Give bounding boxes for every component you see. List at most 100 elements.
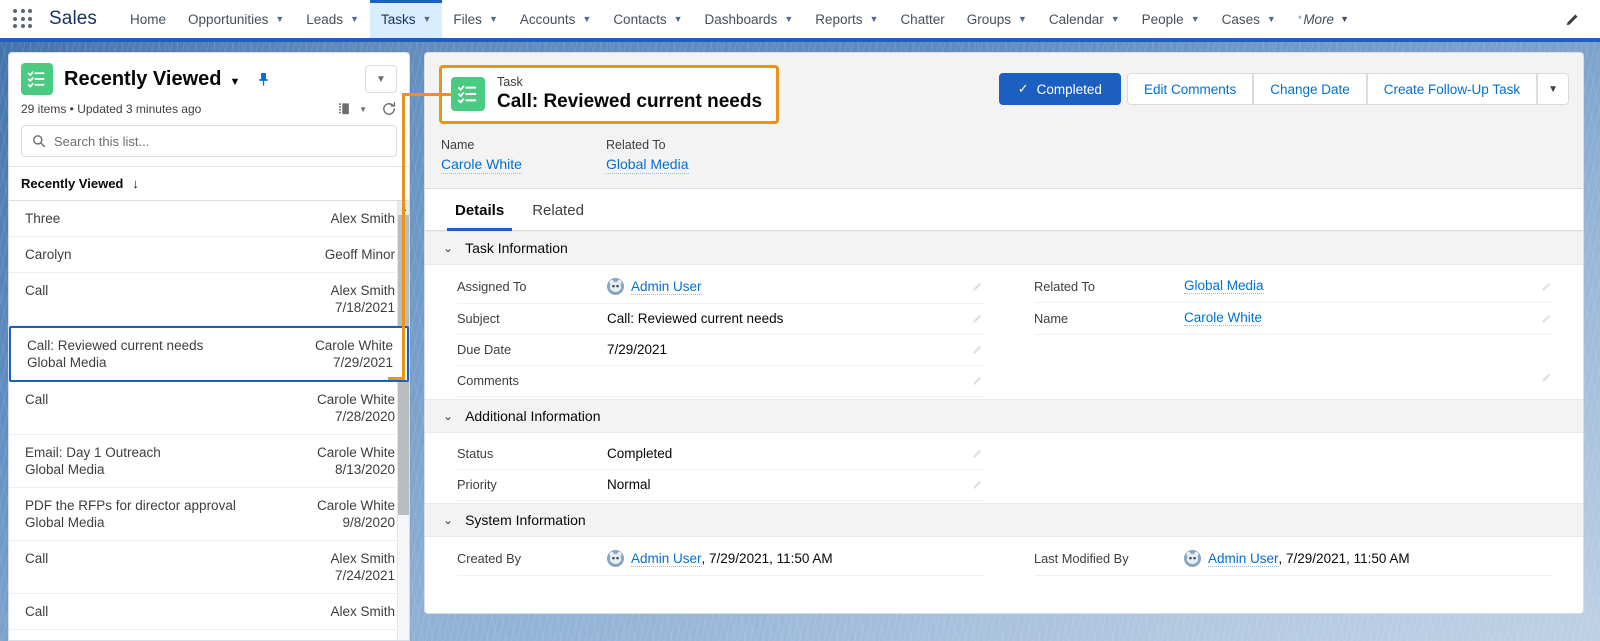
list-scrollbar[interactable]: ▲ — [397, 201, 409, 640]
nav-item-tasks[interactable]: Tasks ▼ — [369, 0, 443, 38]
nav-item-chatter[interactable]: Chatter — [889, 0, 955, 38]
nav-item-dashboards[interactable]: Dashboards ▼ — [694, 0, 805, 38]
display-density-icon[interactable]: ▼ — [339, 102, 367, 116]
edit-pencil-icon[interactable] — [964, 280, 984, 293]
related-to-link[interactable]: Global Media — [1184, 278, 1264, 294]
list-item[interactable]: Email: Day 1 Outreach Global Media Carol… — [9, 435, 409, 488]
edit-pencil-icon[interactable] — [964, 312, 984, 325]
section-body-additional-information: Status Completed Priority Normal — [425, 433, 1583, 503]
list-view-title[interactable]: Recently Viewed ▼ — [64, 68, 240, 91]
chevron-down-icon: ▼ — [1266, 13, 1276, 24]
list-item[interactable]: Three Alex Smith — [9, 201, 409, 237]
list-item[interactable]: Call Alex Smith 7/24/2021 — [9, 541, 409, 594]
edit-pencil-icon[interactable] — [964, 343, 984, 356]
list-view-title-label: Recently Viewed — [64, 67, 222, 90]
list-item-title: Call — [25, 283, 49, 298]
last-modified-by-user-link[interactable]: Admin User — [1208, 551, 1279, 567]
nav-item-cases[interactable]: Cases ▼ — [1211, 0, 1287, 38]
list-item[interactable]: Call Carole White 7/28/2020 — [9, 382, 409, 435]
tab-details[interactable]: Details — [441, 189, 518, 231]
field-label: Name — [441, 138, 475, 152]
list-item-right: Carole White 7/29/2021 — [315, 338, 393, 370]
nav-label: Groups — [966, 11, 1011, 27]
field-label: Status — [457, 446, 494, 461]
list-item-title: PDF the RFPs for director approval — [25, 498, 236, 513]
edit-nav-pencil-icon[interactable] — [1560, 7, 1584, 31]
app-name-label[interactable]: Sales — [49, 8, 97, 30]
app-launcher-icon[interactable] — [11, 7, 35, 31]
nav-item-contacts[interactable]: Contacts ▼ — [602, 0, 693, 38]
button-label: Create Follow-Up Task — [1383, 81, 1521, 97]
section-header-additional-information[interactable]: ⌄ Additional Information — [425, 399, 1583, 433]
nav-label: Cases — [1221, 11, 1260, 27]
list-item-right: Alex Smith 7/24/2021 — [330, 551, 395, 583]
list-item-selected[interactable]: Call: Reviewed current needs Global Medi… — [9, 326, 409, 382]
field-value: Admin User , 7/29/2021, 11:50 AM — [1184, 550, 1553, 567]
list-item[interactable]: Call Alex Smith 7/18/2021 — [9, 273, 409, 326]
nav-item-groups[interactable]: Groups ▼ — [956, 0, 1038, 38]
list-rows-container: Three Alex Smith Carolyn Geoff Minor Cal… — [9, 201, 409, 640]
search-input[interactable] — [54, 133, 386, 149]
edit-pencil-icon[interactable] — [964, 374, 984, 387]
section-header-task-information[interactable]: ⌄ Task Information — [425, 231, 1583, 265]
field-label: Related To — [1034, 278, 1095, 294]
completed-status-button[interactable]: ✓ Completed — [998, 73, 1121, 105]
scroll-up-arrow-icon[interactable]: ▲ — [398, 201, 409, 215]
list-view-panel: Recently Viewed ▼ ▼ 29 items • Updated 3 … — [8, 52, 410, 641]
list-item[interactable]: Call Alex Smith — [9, 594, 409, 630]
more-actions-button[interactable]: ▼ — [1537, 73, 1569, 105]
create-follow-up-task-button[interactable]: Create Follow-Up Task — [1366, 73, 1538, 105]
field-row-subject: Subject Call: Reviewed current needs — [457, 304, 984, 335]
list-item-date: 9/8/2020 — [342, 515, 395, 530]
section-left-column: Assigned To Admin User Subject Call: Rev… — [425, 271, 1004, 397]
nav-item-people[interactable]: People ▼ — [1131, 0, 1211, 38]
field-label: Due Date — [457, 342, 512, 357]
list-item[interactable]: PDF the RFPs for director approval Globa… — [9, 488, 409, 541]
nav-item-leads[interactable]: Leads ▼ — [295, 0, 370, 38]
nav-item-home[interactable]: Home — [119, 0, 177, 38]
list-item[interactable]: Carolyn Geoff Minor — [9, 237, 409, 273]
edit-pencil-icon[interactable] — [1533, 280, 1553, 293]
field-label: Priority — [457, 477, 497, 492]
search-box[interactable] — [21, 125, 397, 157]
section-header-system-information[interactable]: ⌄ System Information — [425, 503, 1583, 537]
nav-item-opportunities[interactable]: Opportunities ▼ — [177, 0, 295, 38]
nav-item-more[interactable]: * More ▼ — [1287, 0, 1360, 38]
nav-item-calendar[interactable]: Calendar ▼ — [1038, 0, 1131, 38]
field-label: Comments — [457, 373, 519, 388]
field-value: Normal — [607, 477, 651, 492]
field-label: Created By — [457, 551, 522, 566]
field-value-link[interactable]: Carole White — [441, 156, 522, 174]
field-value: Call: Reviewed current needs — [607, 311, 784, 326]
created-by-user-link[interactable]: Admin User — [631, 551, 702, 567]
refresh-icon[interactable] — [381, 101, 397, 117]
nav-item-reports[interactable]: Reports ▼ — [804, 0, 889, 38]
field-value-link[interactable]: Global Media — [606, 156, 689, 174]
record-object-label: Task — [497, 75, 523, 89]
edit-comments-button[interactable]: Edit Comments — [1126, 73, 1254, 105]
nav-item-files[interactable]: Files ▼ — [442, 0, 508, 38]
edit-pencil-icon[interactable] — [1533, 371, 1553, 384]
nav-label: People — [1141, 11, 1184, 27]
tab-related[interactable]: Related — [518, 189, 598, 230]
list-item-owner: Alex Smith — [330, 604, 395, 619]
nav-item-accounts[interactable]: Accounts ▼ — [509, 0, 602, 38]
record-actions: ✓ Completed Edit Comments Change Date Cr… — [998, 65, 1569, 105]
record-tabs: Details Related — [425, 189, 1583, 231]
assigned-to-user-link[interactable]: Admin User — [631, 279, 702, 295]
record-title-text: Task Call: Reviewed current needs — [497, 74, 762, 114]
list-item-left: Three — [25, 211, 60, 226]
list-column-header[interactable]: Recently Viewed ↓ — [9, 166, 409, 201]
list-column-header-label: Recently Viewed — [21, 176, 124, 191]
edit-pencil-icon[interactable] — [1533, 312, 1553, 325]
pin-list-view-icon[interactable] — [251, 67, 275, 91]
avatar — [607, 550, 624, 567]
change-date-button[interactable]: Change Date — [1253, 73, 1367, 105]
list-item-right: Alex Smith — [330, 211, 395, 226]
nav-items-container: Home Opportunities ▼ Leads ▼ Tasks ▼ Files ▼… — [119, 0, 1560, 38]
name-link[interactable]: Carole White — [1184, 310, 1263, 326]
edit-pencil-icon[interactable] — [964, 478, 984, 491]
edit-pencil-icon[interactable] — [964, 447, 984, 460]
list-item-owner: Carole White — [316, 445, 395, 460]
list-view-controls-button[interactable]: ▼ — [365, 65, 397, 93]
